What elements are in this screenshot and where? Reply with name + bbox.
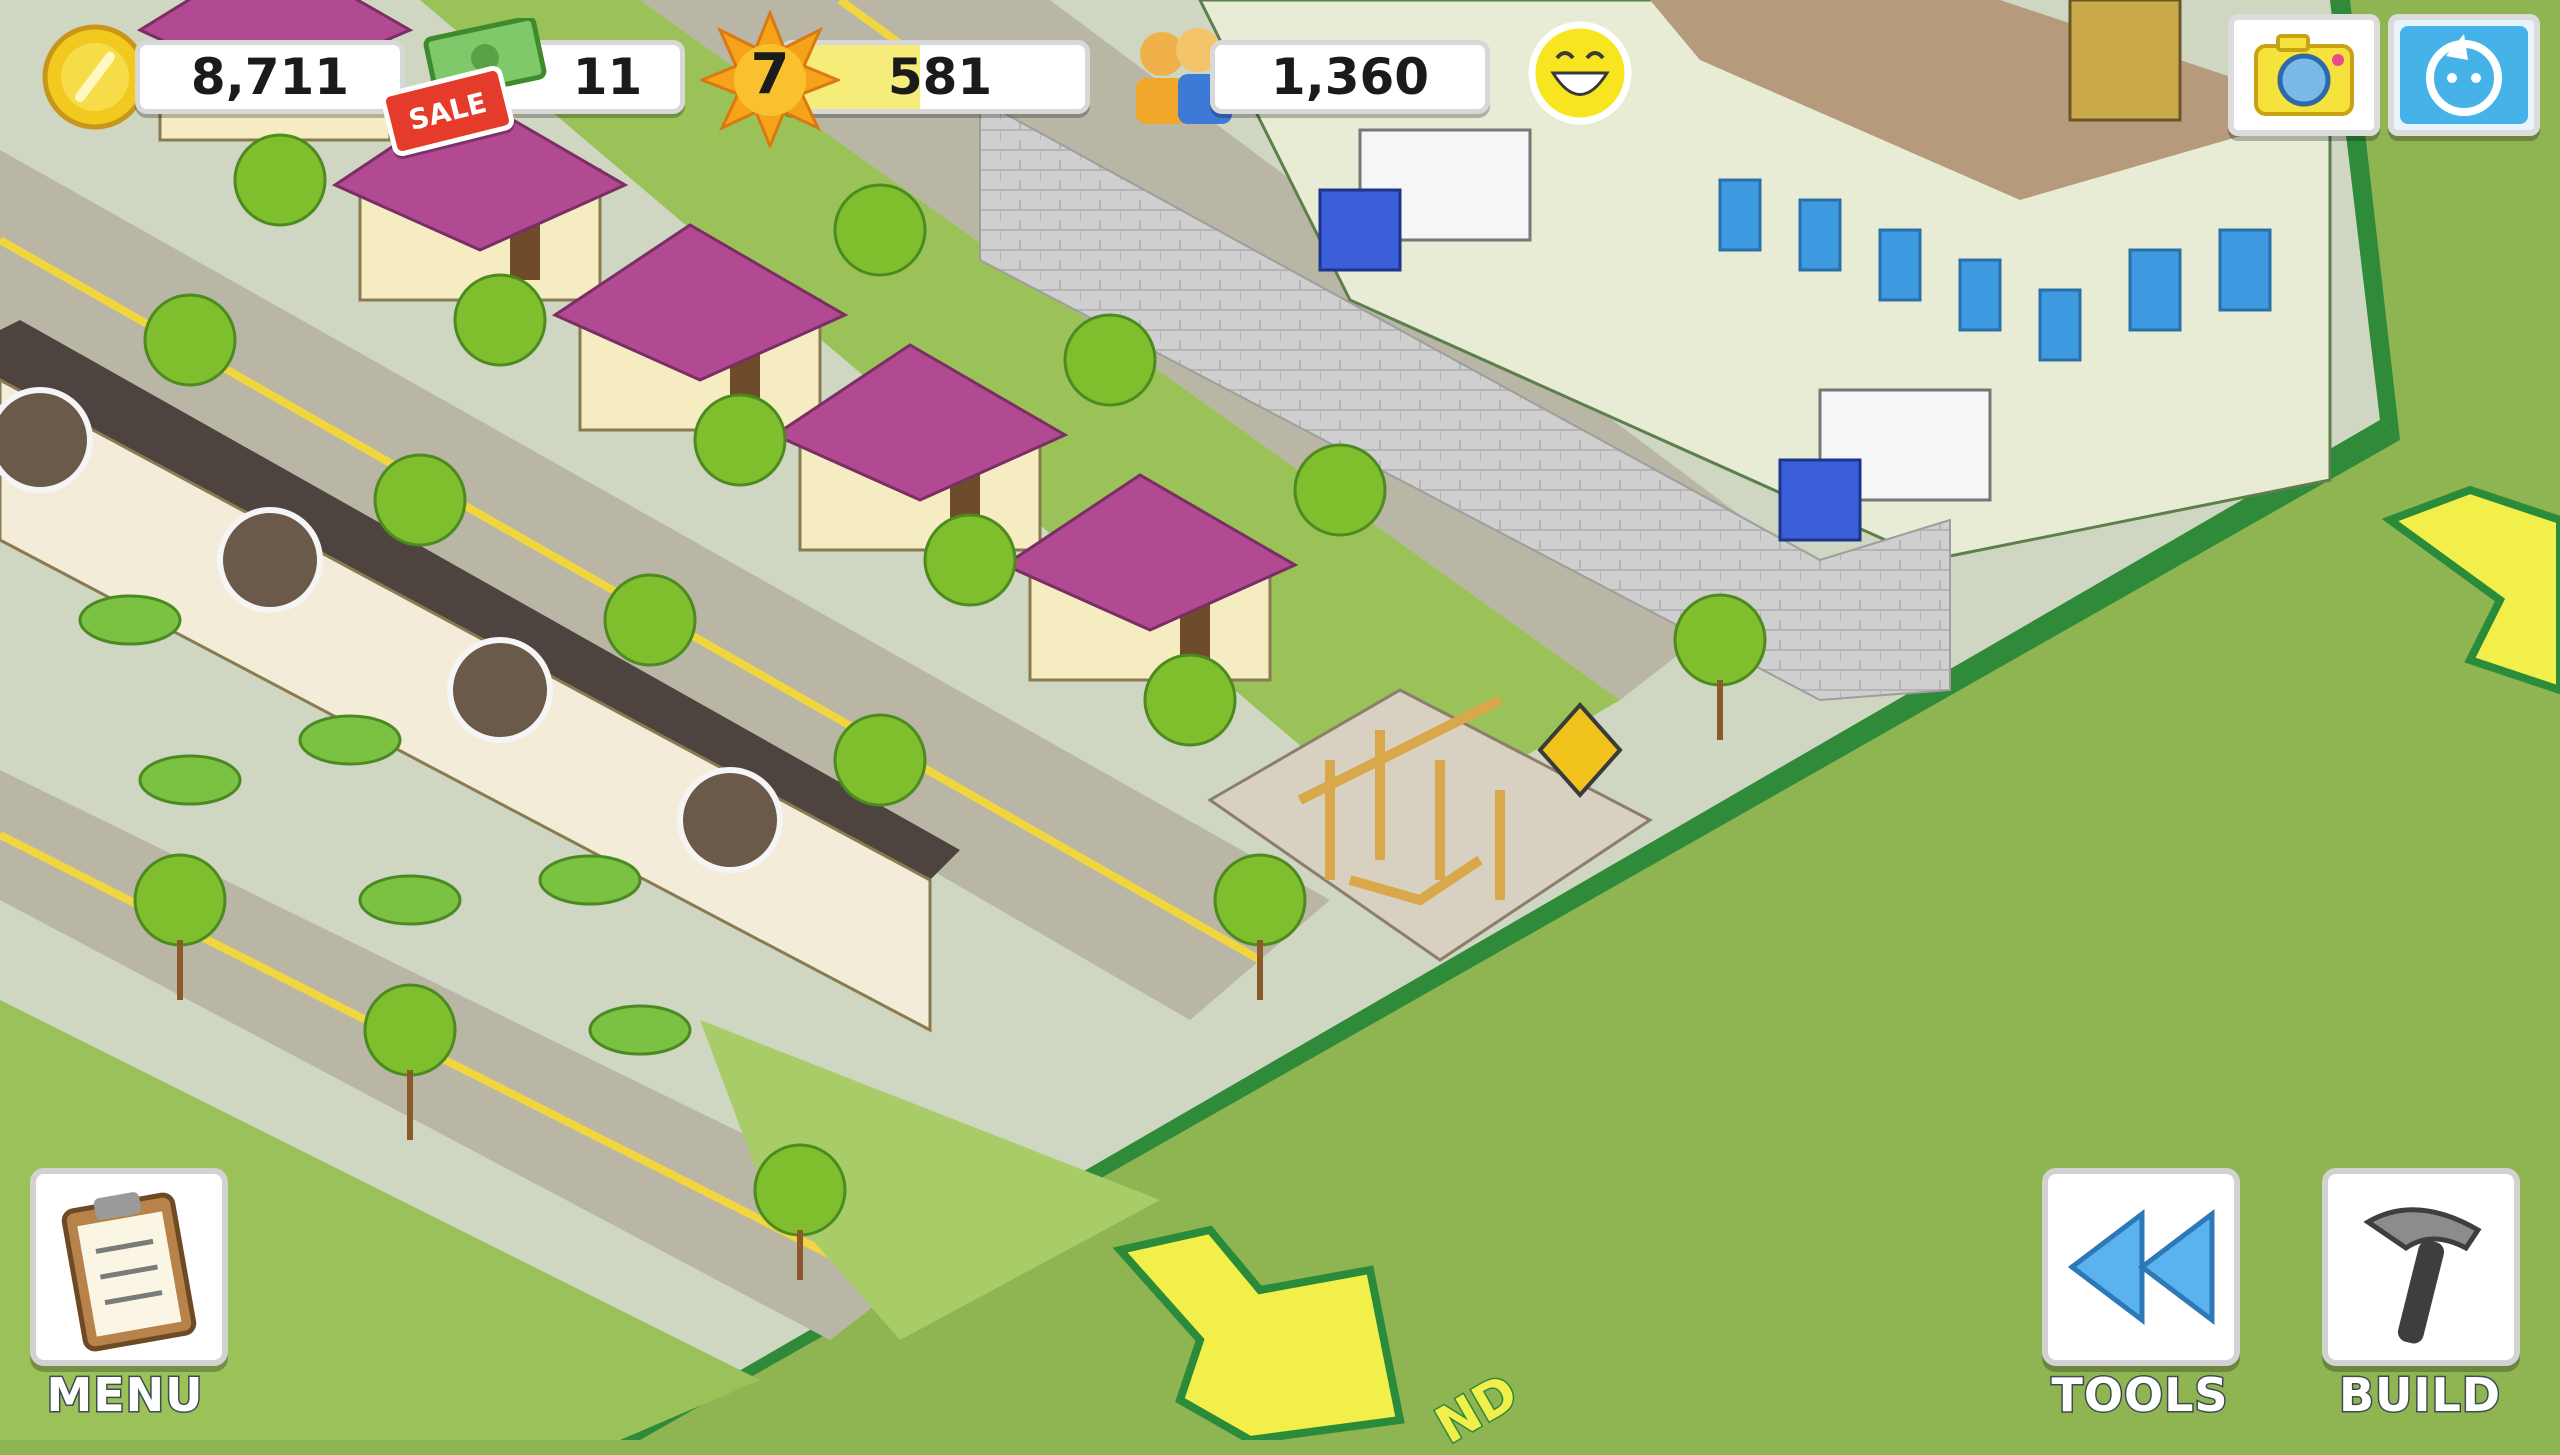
level-value: 7 — [750, 42, 790, 107]
smiley-face-icon — [1528, 21, 1632, 125]
gold-coin-icon — [42, 24, 148, 130]
population-value: 1,360 — [1270, 48, 1430, 106]
clipboard-icon — [61, 1192, 197, 1352]
level-star-icon: 7 — [700, 8, 840, 148]
xp-value: 581 — [887, 48, 993, 106]
camera-button[interactable] — [2228, 14, 2380, 136]
coins-value: 8,711 — [190, 48, 350, 106]
social-button[interactable] — [2388, 14, 2540, 136]
menu-label: MENU — [45, 1367, 204, 1424]
happiness-indicator[interactable] — [1525, 18, 1635, 128]
camera-icon — [2254, 34, 2354, 116]
hammer-icon — [2363, 1207, 2482, 1344]
tools-label: TOOLS — [2050, 1367, 2229, 1424]
build-label: BUILD — [2337, 1367, 2502, 1424]
cash-value: 11 — [572, 48, 643, 106]
social-network-icon — [2400, 26, 2528, 124]
sale-badge-label: SALE — [405, 85, 490, 137]
rewind-icon — [2067, 1208, 2215, 1326]
